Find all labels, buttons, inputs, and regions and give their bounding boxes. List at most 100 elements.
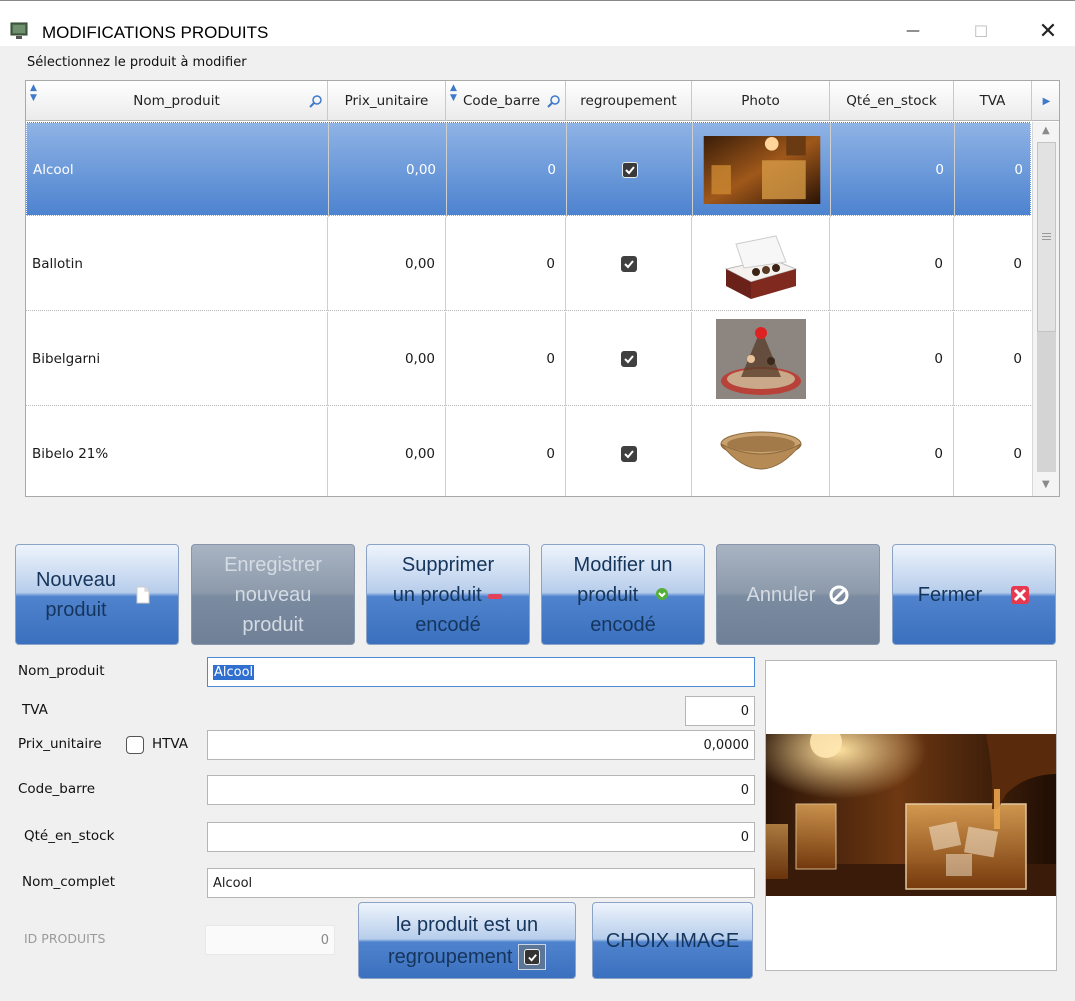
chevron-right-icon: ▶ xyxy=(1042,95,1051,107)
modifier-produit-button[interactable]: Modifier un produit encodé xyxy=(541,544,705,645)
maximize-button[interactable]: ☐ xyxy=(958,15,1004,47)
cell-tva: 0 xyxy=(1013,446,1022,462)
label-line: regroupement xyxy=(387,945,513,968)
qte-stock-label: Qté_en_stock xyxy=(24,828,115,844)
table-row[interactable]: Ballotin 0,00 0 0 0 xyxy=(26,217,1031,311)
search-icon[interactable] xyxy=(309,94,323,108)
checkbox-checked[interactable] xyxy=(620,256,637,272)
label-line: le produit est un xyxy=(395,913,539,936)
column-label: Nom_produit xyxy=(133,93,220,109)
column-label: Code_barre xyxy=(462,93,541,109)
select-product-label: Sélectionnez le produit à modifier xyxy=(27,55,247,70)
nouveau-produit-button[interactable]: Nouveau produit xyxy=(15,544,179,645)
column-header-nom-produit[interactable]: ▲ ▼ Nom_produit xyxy=(26,81,328,121)
column-header-tva[interactable]: TVA xyxy=(954,81,1032,121)
qte-stock-input[interactable]: 0 xyxy=(207,822,755,852)
cell-stock: 0 xyxy=(831,123,955,217)
htva-checkbox[interactable] xyxy=(126,736,144,754)
label-line: encodé xyxy=(415,613,481,636)
id-produits-input: 0 xyxy=(205,925,335,955)
tva-input[interactable]: 0 xyxy=(685,696,755,726)
cell-prix: 0,00 xyxy=(328,312,446,406)
scrollbar-track[interactable] xyxy=(1037,332,1056,472)
label-line: produit xyxy=(45,598,107,621)
checkbox-checked[interactable] xyxy=(621,162,638,178)
table-row[interactable]: Bibelo 21% 0,00 0 0 0 xyxy=(26,407,1031,496)
check-icon xyxy=(527,953,537,962)
enregistrer-nouveau-produit-button[interactable]: Enregistrer nouveau produit xyxy=(191,544,355,645)
whisky-glasses-image xyxy=(766,734,1056,896)
cell-stock: 0 xyxy=(830,217,954,311)
prix-unitaire-label: Prix_unitaire xyxy=(18,736,102,752)
scroll-right-button[interactable]: ▶ xyxy=(1032,81,1059,121)
main-window: MODIFICATIONS PRODUITS — ☐ ✕ Sélectionne… xyxy=(0,0,1075,1001)
button-label: CHOIX IMAGE xyxy=(605,929,740,952)
whisky-glasses-image xyxy=(703,136,820,204)
column-header-photo[interactable]: Photo xyxy=(692,81,830,121)
cell-photo xyxy=(693,123,831,217)
annuler-button[interactable]: Annuler xyxy=(716,544,880,645)
supprimer-produit-button[interactable]: Supprimer un produit encodé xyxy=(366,544,530,645)
cell-nom: Bibelgarni xyxy=(26,312,328,406)
checkbox-checked[interactable] xyxy=(620,351,637,367)
gift-basket-image xyxy=(715,319,806,399)
vertical-scrollbar[interactable]: ▲ ▼ xyxy=(1032,122,1059,496)
green-arrow-icon xyxy=(655,587,668,600)
search-icon[interactable] xyxy=(547,94,561,108)
chevron-up-icon[interactable]: ▲ xyxy=(1042,125,1050,136)
regroupement-toggle-button[interactable]: le produit est un regroupement xyxy=(358,902,576,979)
selected-text: Alcool xyxy=(213,664,255,680)
column-header-qte-stock[interactable]: Qté_en_stock xyxy=(830,81,954,121)
cell-nom: Alcool xyxy=(27,123,329,217)
column-label: Qté_en_stock xyxy=(846,93,937,109)
table-header: ▲ ▼ Nom_produit Prix_unitaire ▲ ▼ Code_bar… xyxy=(26,81,1059,121)
checkbox-checked[interactable] xyxy=(620,446,637,462)
label-line: encodé xyxy=(590,613,656,636)
cell-regroupement xyxy=(566,407,692,496)
title-bar: MODIFICATIONS PRODUITS — ☐ ✕ xyxy=(0,0,1075,46)
window-title: MODIFICATIONS PRODUITS xyxy=(42,23,269,42)
fermer-button[interactable]: Fermer xyxy=(892,544,1056,645)
button-label: Modifier un produit encodé xyxy=(574,550,673,640)
label-line: Supprimer xyxy=(401,553,495,576)
column-header-regroupement[interactable]: regroupement xyxy=(566,81,692,121)
tva-label: TVA xyxy=(22,702,48,718)
cell-code: 0 xyxy=(446,312,566,406)
minus-icon xyxy=(488,593,503,599)
close-button[interactable]: ✕ xyxy=(1025,15,1071,47)
cell-prix: 0,00 xyxy=(328,407,446,496)
column-header-code-barre[interactable]: ▲ ▼ Code_barre xyxy=(446,81,566,121)
cell-code: 0 xyxy=(446,217,566,311)
cell-regroupement xyxy=(566,312,692,406)
cell-prix: 0,00 xyxy=(328,217,446,311)
table-row[interactable]: Bibelgarni 0,00 0 0 0 xyxy=(26,312,1031,406)
scrollbar-thumb[interactable] xyxy=(1037,142,1056,332)
cancel-icon xyxy=(829,585,849,604)
label-line: Enregistrer xyxy=(224,553,322,576)
product-table[interactable]: ▲ ▼ Nom_produit Prix_unitaire ▲ ▼ Code_bar… xyxy=(25,80,1060,497)
button-label: Fermer xyxy=(917,583,983,606)
table-row[interactable]: Alcool 0,00 0 0 0 xyxy=(26,122,1031,217)
chocolate-box-image xyxy=(715,224,806,304)
cell-nom: Ballotin xyxy=(26,217,328,311)
close-red-icon xyxy=(1011,585,1030,604)
column-header-prix[interactable]: Prix_unitaire xyxy=(328,81,446,121)
regroupement-checkbox[interactable] xyxy=(524,949,541,966)
nom-produit-input[interactable]: Alcool xyxy=(207,657,755,687)
cell-photo xyxy=(692,217,830,311)
choix-image-button[interactable]: CHOIX IMAGE xyxy=(592,902,753,979)
label-line: un produit xyxy=(392,583,482,606)
chevron-down-icon[interactable]: ▼ xyxy=(1042,479,1050,490)
button-label: Nouveau produit xyxy=(16,565,136,625)
code-barre-input[interactable]: 0 xyxy=(207,775,755,805)
id-produits-label: ID PRODUITS xyxy=(24,931,106,946)
cell-prix: 0,00 xyxy=(329,123,447,217)
minimize-button[interactable]: — xyxy=(890,15,936,47)
cell-tva: 0 xyxy=(1013,351,1022,367)
nom-produit-label: Nom_produit xyxy=(18,663,105,679)
cell-stock: 0 xyxy=(830,407,954,496)
regroupement-checkbox-frame[interactable] xyxy=(518,944,547,971)
nom-complet-input[interactable]: Alcool xyxy=(207,868,755,898)
label-line: nouveau xyxy=(234,583,312,606)
prix-unitaire-input[interactable]: 0,0000 xyxy=(207,730,755,760)
